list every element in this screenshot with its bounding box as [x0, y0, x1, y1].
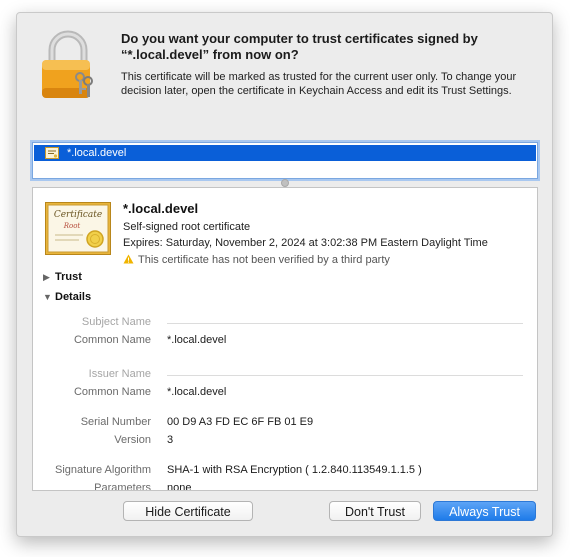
version-label: Version — [114, 434, 151, 446]
dialog-message: This certificate will be marked as trust… — [121, 71, 517, 97]
certificate-image-subcaption: Root — [63, 222, 81, 230]
dialog-heading: Do you want your computer to trust certi… — [121, 31, 478, 62]
serial-number-value: 00 D9 A3 FD EC 6F FB 01 E9 — [167, 416, 314, 428]
details-section-label: Details — [55, 291, 92, 303]
certificate-small-icon — [45, 147, 59, 159]
subject-name-section-label: Subject Name — [81, 316, 151, 328]
details-disclosure[interactable]: ▼ Details — [43, 291, 91, 303]
padlock-with-keys-icon — [42, 30, 93, 98]
certificate-large-icon: Certificate Root — [45, 202, 111, 255]
trust-certificate-dialog: Do you want your computer to trust certi… — [16, 12, 553, 537]
serial-number-label: Serial Number — [80, 416, 151, 428]
version-value: 3 — [167, 434, 174, 446]
subject-common-name-value: *.local.devel — [167, 334, 227, 346]
issuer-common-name-value: *.local.devel — [167, 386, 227, 398]
certificate-details-pane[interactable]: Certificate Root *.local.devel Self-sign… — [32, 187, 538, 491]
certificate-expiration: Expires: Saturday, November 2, 2024 at 3… — [123, 237, 488, 249]
certificate-name: *.local.devel — [123, 201, 199, 216]
warning-triangle-icon — [123, 254, 134, 264]
section-divider — [167, 323, 523, 324]
trust-section-label: Trust — [55, 271, 82, 283]
certificate-list-item-label: *.local.devel — [67, 147, 127, 159]
hide-certificate-button[interactable]: Hide Certificate — [123, 501, 253, 521]
always-trust-button[interactable]: Always Trust — [433, 501, 536, 521]
certificate-list[interactable]: *.local.devel — [32, 142, 538, 179]
signature-algorithm-label: Signature Algorithm — [55, 464, 151, 476]
disclosure-closed-icon: ▶ — [43, 272, 50, 282]
certificate-warning: This certificate has not been verified b… — [123, 254, 390, 266]
disclosure-open-icon: ▼ — [43, 292, 52, 302]
certificate-warning-text: This certificate has not been verified b… — [138, 254, 390, 266]
issuer-name-section-label: Issuer Name — [88, 368, 151, 380]
certificate-list-item-selected[interactable]: *.local.devel — [34, 145, 536, 161]
split-view-handle[interactable] — [281, 179, 289, 187]
issuer-common-name-label: Common Name — [73, 386, 151, 398]
certificate-type: Self-signed root certificate — [123, 221, 251, 233]
subject-common-name-label: Common Name — [73, 334, 151, 346]
certificate-image-caption: Certificate — [54, 210, 102, 220]
section-divider — [167, 375, 523, 376]
parameters-value: none — [167, 482, 192, 491]
trust-disclosure[interactable]: ▶ Trust — [43, 271, 82, 283]
signature-algorithm-value: SHA-1 with RSA Encryption ( 1.2.840.1135… — [167, 464, 422, 476]
parameters-label: Parameters — [94, 482, 151, 491]
dont-trust-button[interactable]: Don't Trust — [329, 501, 421, 521]
